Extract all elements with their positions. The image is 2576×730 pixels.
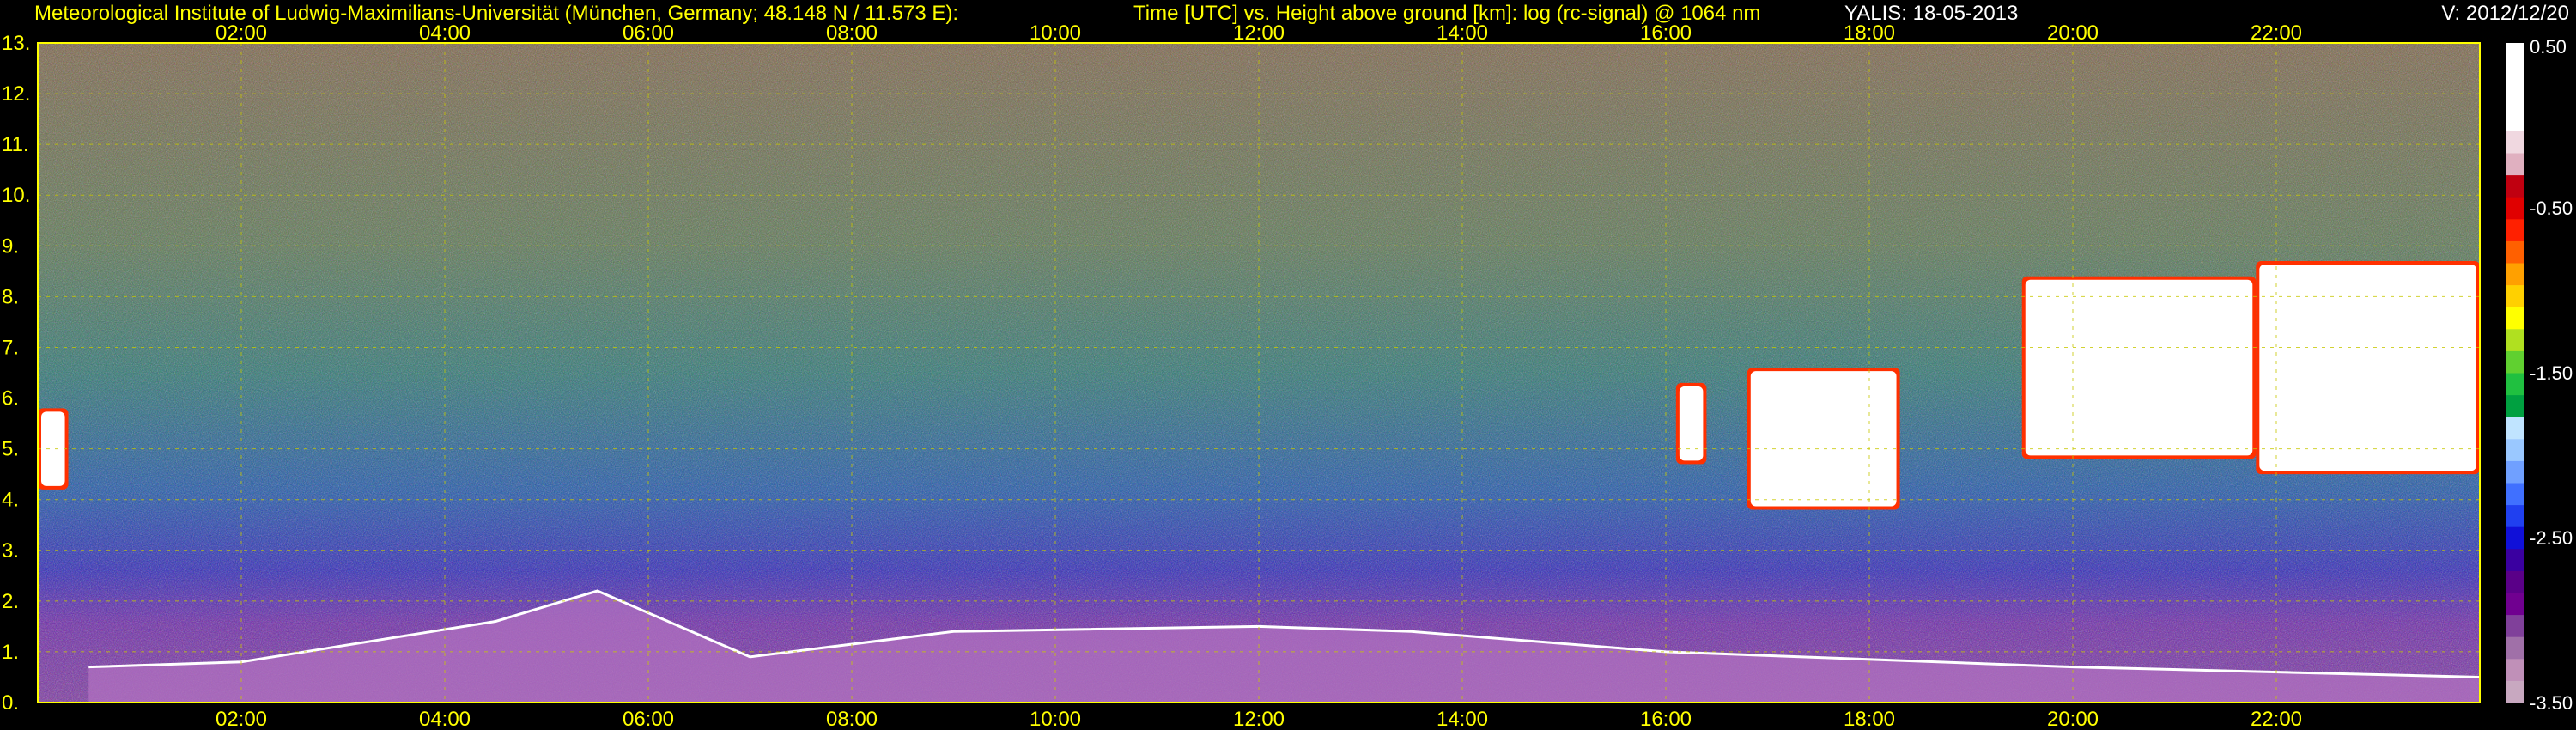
cloud-layer: [2025, 279, 2253, 456]
x-tick-label-bottom: 08:00: [826, 708, 878, 730]
x-tick-label-top: 04:00: [419, 21, 471, 45]
colorbar: 0.50 -0.50 -1.50 -2.50 -3.50: [2506, 36, 2573, 714]
x-tick-label-top: 16:00: [1640, 21, 1692, 45]
colorbar-segment: [2506, 460, 2524, 484]
y-tick-label: 4.: [2, 489, 19, 512]
colorbar-segment: [2506, 263, 2524, 286]
colorbar-segment: [2506, 240, 2524, 264]
x-tick-label-top: 10:00: [1030, 21, 1081, 45]
colorbar-segment: [2506, 636, 2524, 660]
lidar-heatmap-chart: 0. 1. 2. 3. 4. 5. 6. 7. 8. 9. 10. 11. 12. 13. 02:00 04…: [2, 21, 2573, 730]
x-tick-label-top: 14:00: [1437, 21, 1488, 45]
x-tick-label-bottom: 16:00: [1640, 708, 1692, 730]
y-tick-label: 7.: [2, 336, 19, 359]
x-tick-label-top: 02:00: [216, 21, 267, 45]
colorbar-segment: [2506, 284, 2524, 307]
cloud-layer: [1679, 386, 1704, 461]
colorbar-segment: [2506, 570, 2524, 593]
y-tick-label: 8.: [2, 285, 19, 308]
x-axis-top: 02:00 04:00 06:00 08:00 10:00 12:00 14:00 16:00…: [216, 21, 2302, 45]
y-axis-left: 0. 1. 2. 3. 4. 5. 6. 7. 8. 9. 10. 11. 12. 13.: [2, 32, 30, 715]
x-tick-label-bottom: 06:00: [623, 708, 674, 730]
y-tick-label: 9.: [2, 234, 19, 258]
colorbar-segment: [2506, 483, 2524, 506]
colorbar-segment: [2506, 131, 2524, 154]
colorbar-segment: [2506, 548, 2524, 571]
x-tick-label-top: 12:00: [1233, 21, 1285, 45]
colorbar-segment: [2506, 87, 2524, 110]
colorbar-segment: [2506, 307, 2524, 330]
x-tick-label-bottom: 22:00: [2251, 708, 2302, 730]
cloud-layer: [2259, 265, 2476, 471]
x-tick-label-bottom: 18:00: [1844, 708, 1895, 730]
x-tick-label-bottom: 04:00: [419, 708, 471, 730]
colorbar-segment: [2506, 438, 2524, 461]
colorbar-segment: [2506, 174, 2524, 198]
plot-area: [37, 42, 2481, 703]
x-tick-label-top: 22:00: [2251, 21, 2302, 45]
y-tick-label: 6.: [2, 387, 19, 411]
colorbar-tick-label: -3.50: [2530, 692, 2573, 714]
cloud-layer: [41, 411, 65, 486]
y-tick-label: 3.: [2, 539, 19, 563]
x-axis-bottom: 02:00 04:00 06:00 08:00 10:00 12:00 14:00 16:00…: [216, 708, 2302, 730]
x-tick-label-bottom: 12:00: [1233, 708, 1285, 730]
colorbar-segment: [2506, 153, 2524, 176]
y-tick-label: 12.: [2, 82, 30, 106]
x-tick-label-bottom: 02:00: [216, 708, 267, 730]
colorbar-tick-label: -2.50: [2530, 527, 2573, 549]
y-tick-label: 1.: [2, 641, 19, 664]
colorbar-segment: [2506, 197, 2524, 220]
x-tick-label-top: 08:00: [826, 21, 878, 45]
colorbar-segment: [2506, 218, 2524, 241]
colorbar-segment: [2506, 417, 2524, 440]
colorbar-segment: [2506, 680, 2524, 703]
colorbar-segment: [2506, 350, 2524, 374]
x-tick-label-top: 20:00: [2047, 21, 2099, 45]
cloud-layer: [1750, 371, 1897, 507]
colorbar-segment: [2506, 614, 2524, 637]
y-tick-label: 10.: [2, 184, 30, 207]
y-tick-label: 11.: [2, 133, 29, 156]
colorbar-segment: [2506, 593, 2524, 616]
colorbar-segment: [2506, 108, 2524, 131]
colorbar-tick-label: 0.50: [2530, 36, 2567, 58]
colorbar-segment: [2506, 43, 2524, 66]
y-tick-label: 0.: [2, 691, 19, 715]
x-tick-label-bottom: 10:00: [1030, 708, 1081, 730]
x-tick-label-top: 06:00: [623, 21, 674, 45]
colorbar-tick-label: -0.50: [2530, 198, 2573, 219]
colorbar-segment: [2506, 64, 2524, 88]
x-tick-label-bottom: 20:00: [2047, 708, 2099, 730]
colorbar-segment: [2506, 658, 2524, 681]
colorbar-segment: [2506, 394, 2524, 417]
colorbar-segment: [2506, 373, 2524, 396]
x-tick-label-top: 18:00: [1844, 21, 1895, 45]
colorbar-tick-label: -1.50: [2530, 362, 2573, 384]
y-tick-label: 5.: [2, 438, 19, 461]
colorbar-segment: [2506, 526, 2524, 550]
colorbar-segment: [2506, 504, 2524, 527]
y-tick-label: 13.: [2, 32, 30, 55]
y-tick-label: 2.: [2, 590, 19, 613]
x-tick-label-bottom: 14:00: [1437, 708, 1488, 730]
colorbar-segment: [2506, 328, 2524, 351]
